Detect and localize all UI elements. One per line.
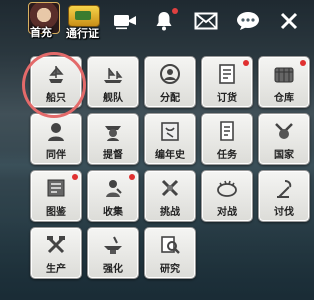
close-icon[interactable] bbox=[276, 9, 302, 33]
bell-badge bbox=[172, 8, 178, 14]
challenge-icon bbox=[159, 177, 181, 199]
menu-tile-label: 讨伐 bbox=[274, 207, 294, 218]
production-icon bbox=[45, 234, 67, 256]
menu-tile-label: 国家 bbox=[274, 150, 294, 161]
menu-tile-codex[interactable]: 图鉴 bbox=[30, 170, 82, 222]
notification-badge bbox=[129, 174, 135, 180]
menu-tile-label: 研究 bbox=[160, 264, 180, 275]
pass-label[interactable]: 通行证 bbox=[66, 25, 99, 41]
mail-icon[interactable] bbox=[193, 9, 219, 33]
menu-tile-ship[interactable]: 船只 bbox=[30, 56, 82, 108]
order-icon bbox=[216, 63, 238, 85]
research-icon bbox=[159, 234, 181, 256]
warehouse-icon bbox=[273, 63, 295, 85]
quest-icon bbox=[216, 120, 238, 142]
menu-tile-label: 编年史 bbox=[155, 150, 185, 161]
menu-tile-label: 提督 bbox=[103, 150, 123, 161]
codex-icon bbox=[45, 177, 67, 199]
top-bar: 首充 通行证 bbox=[0, 0, 314, 42]
pass-icon[interactable] bbox=[68, 5, 100, 27]
menu-tile-label: 图鉴 bbox=[46, 207, 66, 218]
companion-icon bbox=[45, 120, 67, 142]
menu-tile-warehouse[interactable]: 仓库 bbox=[258, 56, 310, 108]
menu-tile-nation[interactable]: 国家 bbox=[258, 113, 310, 165]
assign-icon bbox=[159, 63, 181, 85]
menu-tile-label: 订货 bbox=[217, 93, 237, 104]
chronicle-icon bbox=[159, 120, 181, 142]
fleet-icon bbox=[102, 63, 124, 85]
menu-tile-companion[interactable]: 同伴 bbox=[30, 113, 82, 165]
video-icon[interactable] bbox=[112, 9, 138, 33]
ship-icon bbox=[45, 63, 67, 85]
menu-tile-assign[interactable]: 分配 bbox=[144, 56, 196, 108]
menu-tile-enhance[interactable]: 强化 bbox=[87, 227, 139, 279]
notification-badge bbox=[300, 60, 306, 66]
chat-icon[interactable] bbox=[235, 9, 261, 33]
menu-tile-label: 挑战 bbox=[160, 207, 180, 218]
menu-tile-collect[interactable]: 收集 bbox=[87, 170, 139, 222]
admiral-icon bbox=[102, 120, 124, 142]
menu-tile-label: 同伴 bbox=[46, 150, 66, 161]
menu-tile-label: 收集 bbox=[103, 207, 123, 218]
menu-tile-label: 生产 bbox=[46, 264, 66, 275]
menu-tile-chronicle[interactable]: 编年史 bbox=[144, 113, 196, 165]
crusade-icon bbox=[273, 177, 295, 199]
notification-badge bbox=[72, 174, 78, 180]
menu-tile-order[interactable]: 订货 bbox=[201, 56, 253, 108]
menu-tile-label: 任务 bbox=[217, 150, 237, 161]
nation-icon bbox=[273, 120, 295, 142]
menu-tile-crusade[interactable]: 讨伐 bbox=[258, 170, 310, 222]
menu-tile-quest[interactable]: 任务 bbox=[201, 113, 253, 165]
menu-tile-label: 舰队 bbox=[103, 93, 123, 104]
menu-tile-label: 船只 bbox=[46, 93, 66, 104]
menu-tile-label: 强化 bbox=[103, 264, 123, 275]
menu-tile-challenge[interactable]: 挑战 bbox=[144, 170, 196, 222]
recharge-label[interactable]: 首充 bbox=[30, 24, 52, 40]
menu-tile-label: 分配 bbox=[160, 93, 180, 104]
menu-tile-production[interactable]: 生产 bbox=[30, 227, 82, 279]
menu-tile-label: 对战 bbox=[217, 207, 237, 218]
enhance-icon bbox=[102, 234, 124, 256]
battle-icon bbox=[216, 177, 238, 199]
menu-tile-label: 仓库 bbox=[274, 93, 294, 104]
menu-tile-research[interactable]: 研究 bbox=[144, 227, 196, 279]
menu-tile-fleet[interactable]: 舰队 bbox=[87, 56, 139, 108]
collect-icon bbox=[102, 177, 124, 199]
notification-badge bbox=[243, 60, 249, 66]
menu-tile-admiral[interactable]: 提督 bbox=[87, 113, 139, 165]
menu-tile-battle[interactable]: 对战 bbox=[201, 170, 253, 222]
